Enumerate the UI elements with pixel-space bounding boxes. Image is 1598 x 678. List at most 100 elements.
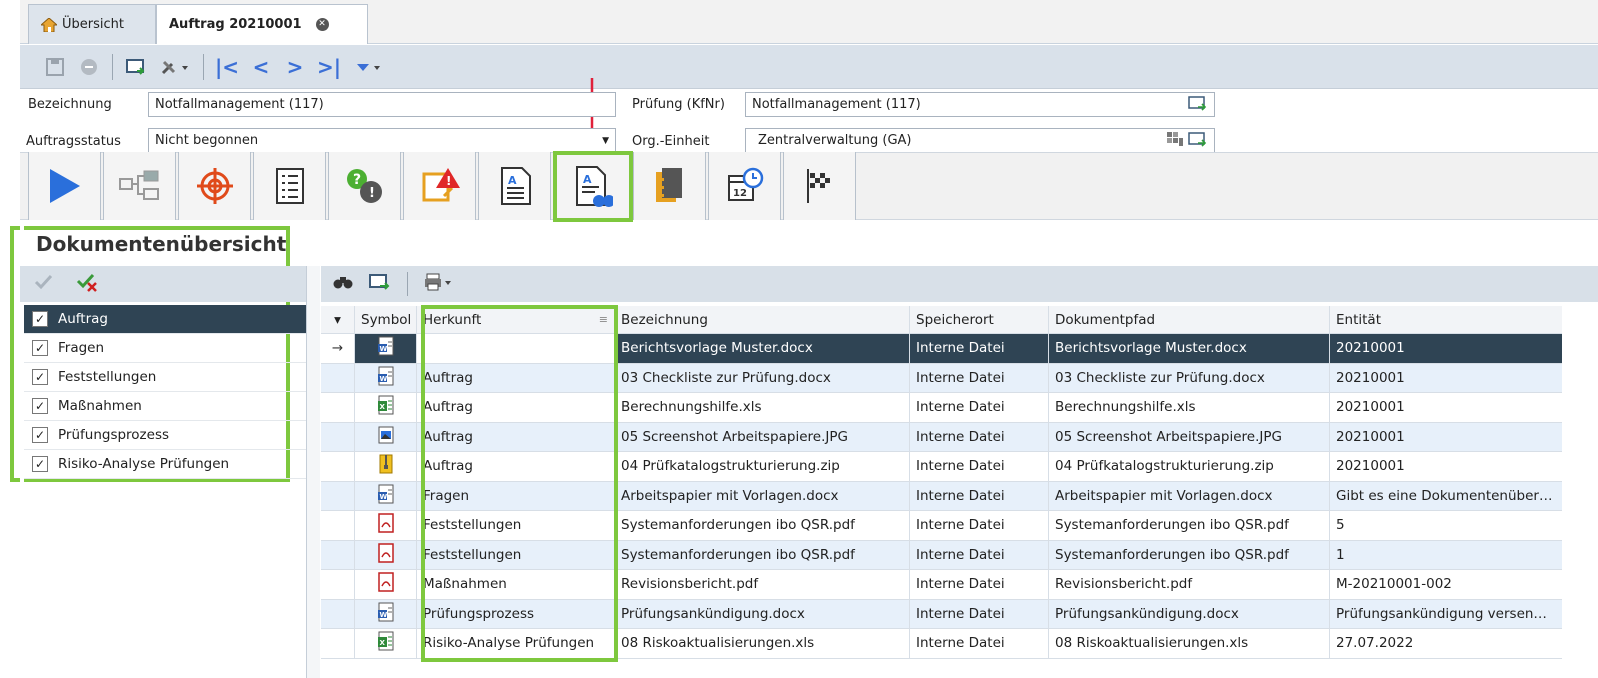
list-item[interactable]: ✓ Risiko-Analyse Prüfungen (24, 450, 306, 479)
org-einheit-field[interactable]: Zentralverwaltung (GA) (745, 128, 1215, 153)
export-icon[interactable] (119, 52, 153, 82)
dokumentpfad-cell[interactable]: 03 Checkliste zur Prüfung.docx (1049, 363, 1330, 392)
dokumentpfad-cell[interactable]: 05 Screenshot Arbeitspapiere.JPG (1049, 422, 1330, 451)
group-icon[interactable]: ≡ (599, 313, 608, 326)
column-header[interactable]: Symbol (355, 306, 417, 333)
bezeichnung-cell[interactable]: Berechnungshilfe.xls (615, 393, 910, 422)
entitaet-cell[interactable]: 20210001 (1330, 363, 1562, 392)
bezeichnung-field[interactable]: Notfallmanagement (117) (148, 92, 616, 117)
close-icon[interactable]: ✕ (315, 18, 329, 31)
symbol-cell[interactable] (355, 452, 417, 481)
table-row[interactable]: W Fragen Arbeitspapier mit Vorlagen.docx In… (321, 481, 1562, 511)
checklist-button[interactable] (253, 152, 326, 220)
herkunft-cell[interactable]: Auftrag (417, 393, 615, 422)
export-icon[interactable] (369, 273, 391, 295)
pruefung-field[interactable]: Notfallmanagement (117) (745, 92, 1215, 117)
first-record-icon[interactable]: |< (210, 52, 244, 82)
tools-icon[interactable] (153, 52, 197, 82)
next-record-icon[interactable]: > (278, 52, 312, 82)
list-item[interactable]: ✓ Auftrag (24, 305, 306, 334)
table-row[interactable]: X Auftrag Berechnungshilfe.xls Interne Date… (321, 393, 1562, 423)
symbol-cell[interactable] (355, 422, 417, 451)
list-item[interactable]: ✓ Prüfungsprozess (24, 421, 306, 450)
bezeichnung-cell[interactable]: Systemanforderungen ibo QSR.pdf (615, 540, 910, 569)
check-all-icon[interactable] (34, 273, 54, 295)
column-header[interactable]: Herkunft ≡ (417, 306, 615, 333)
target-button[interactable] (178, 152, 251, 220)
dokumentpfad-cell[interactable]: 08 Riskoaktualisierungen.xls (1049, 629, 1330, 658)
row-indicator[interactable]: → (321, 334, 355, 363)
entitaet-cell[interactable]: 1 (1330, 540, 1562, 569)
splitter[interactable] (306, 266, 320, 678)
table-row[interactable]: Maßnahmen Revisionsbericht.pdf Interne Dat… (321, 570, 1562, 600)
bezeichnung-cell[interactable]: 05 Screenshot Arbeitspapiere.JPG (615, 422, 910, 451)
table-row[interactable]: → W Auftrag Berichtsvorlage Muster.docx Inte… (321, 334, 1562, 364)
speicherort-cell[interactable]: Interne Datei (910, 481, 1049, 510)
herkunft-cell[interactable]: Auftrag (417, 452, 615, 481)
dokumentpfad-cell[interactable]: Prüfungsankündigung.docx (1049, 599, 1330, 628)
speicherort-cell[interactable]: Interne Datei (910, 393, 1049, 422)
save-icon[interactable] (38, 52, 72, 82)
table-row[interactable]: X Risiko-Analyse Prüfungen 08 Riskoaktuali… (321, 629, 1562, 659)
symbol-cell[interactable] (355, 570, 417, 599)
list-item[interactable]: ✓ Maßnahmen (24, 392, 306, 421)
list-item[interactable]: ✓ Feststellungen (24, 363, 306, 392)
table-row[interactable]: W Auftrag 03 Checkliste zur Prüfung.docx In… (321, 363, 1562, 393)
entitaet-cell[interactable]: M-20210001-002 (1330, 570, 1562, 599)
binoculars-icon[interactable] (333, 274, 353, 294)
symbol-cell[interactable]: X (355, 629, 417, 658)
auftragsstatus-select[interactable]: Nicht begonnen ▼ (148, 128, 616, 153)
open-link-icon[interactable] (1188, 95, 1208, 115)
measures-button[interactable] (633, 152, 706, 220)
findings-button[interactable]: ! (403, 152, 476, 220)
checkbox[interactable]: ✓ (32, 398, 48, 414)
herkunft-cell[interactable]: Risiko-Analyse Prüfungen (417, 629, 615, 658)
table-row[interactable]: Feststellungen Systemanforderungen ibo QS… (321, 540, 1562, 570)
dokumentpfad-cell[interactable]: Arbeitspapier mit Vorlagen.docx (1049, 481, 1330, 510)
open-link-icon[interactable] (1188, 131, 1208, 151)
bezeichnung-cell[interactable]: Prüfungsankündigung.docx (615, 599, 910, 628)
speicherort-cell[interactable]: Interne Datei (910, 452, 1049, 481)
table-row[interactable]: Auftrag 05 Screenshot Arbeitspapiere.JPG I… (321, 422, 1562, 452)
symbol-cell[interactable] (355, 540, 417, 569)
symbol-cell[interactable] (355, 511, 417, 540)
chevron-down-icon[interactable]: ▼ (602, 136, 609, 146)
herkunft-cell[interactable]: Prüfungsprozess (417, 599, 615, 628)
row-indicator[interactable] (321, 570, 355, 599)
herkunft-cell[interactable]: Auftrag (417, 363, 615, 392)
symbol-cell[interactable]: W (355, 481, 417, 510)
entitaet-cell[interactable]: 5 (1330, 511, 1562, 540)
bezeichnung-cell[interactable]: Systemanforderungen ibo QSR.pdf (615, 511, 910, 540)
symbol-cell[interactable]: W (355, 334, 417, 363)
entitaet-cell[interactable]: 27.07.2022 (1330, 629, 1562, 658)
start-process-button[interactable] (28, 152, 101, 220)
row-indicator[interactable] (321, 540, 355, 569)
column-chooser-icon[interactable]: ▾ (321, 306, 355, 333)
previous-record-icon[interactable]: < (244, 52, 278, 82)
checkbox[interactable]: ✓ (32, 369, 48, 385)
structure-button[interactable] (103, 152, 176, 220)
dokumentpfad-cell[interactable]: Berechnungshilfe.xls (1049, 393, 1330, 422)
schedule-button[interactable]: 12 (708, 152, 781, 220)
bezeichnung-cell[interactable]: Revisionsbericht.pdf (615, 570, 910, 599)
entitaet-cell[interactable]: 20210001 (1330, 393, 1562, 422)
questions-button[interactable]: ?! (328, 152, 401, 220)
entitaet-cell[interactable]: Prüfungsankündigung versen… (1330, 599, 1562, 628)
speicherort-cell[interactable]: Interne Datei (910, 629, 1049, 658)
tab-uebersicht[interactable]: Übersicht (28, 4, 156, 44)
herkunft-cell[interactable]: Maßnahmen (417, 570, 615, 599)
dokumentpfad-cell[interactable]: 04 Prüfkatalogstrukturierung.zip (1049, 452, 1330, 481)
bezeichnung-cell[interactable]: 04 Prüfkatalogstrukturierung.zip (615, 452, 910, 481)
symbol-cell[interactable]: W (355, 363, 417, 392)
row-indicator[interactable] (321, 393, 355, 422)
column-header[interactable]: Entität (1330, 306, 1562, 333)
last-record-icon[interactable]: >| (312, 52, 346, 82)
herkunft-cell[interactable]: Feststellungen (417, 511, 615, 540)
symbol-cell[interactable]: X (355, 393, 417, 422)
bezeichnung-cell[interactable]: Arbeitspapier mit Vorlagen.docx (615, 481, 910, 510)
row-indicator[interactable] (321, 452, 355, 481)
entitaet-cell[interactable]: 20210001 (1330, 334, 1562, 363)
entitaet-cell[interactable]: 20210001 (1330, 422, 1562, 451)
symbol-cell[interactable]: W (355, 599, 417, 628)
speicherort-cell[interactable]: Interne Datei (910, 422, 1049, 451)
